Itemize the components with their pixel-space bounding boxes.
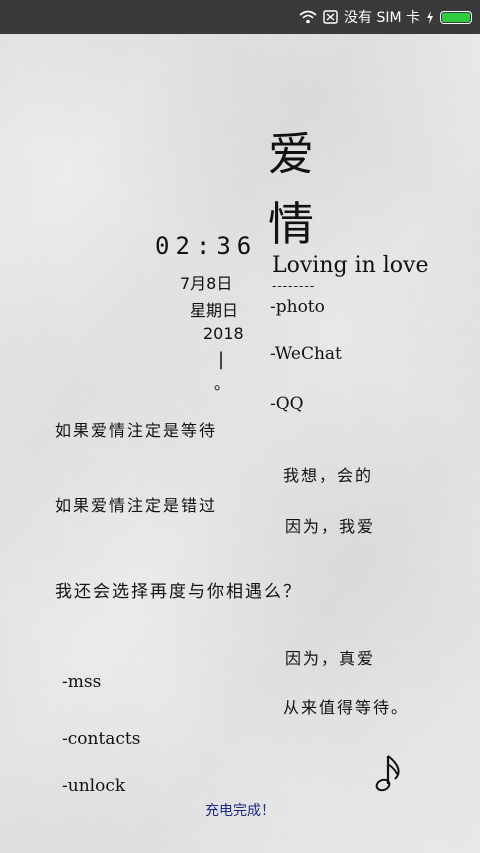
clock-date: 7月8日 xyxy=(180,274,233,293)
poem-right-4: 从来值得等待。 xyxy=(283,698,410,717)
clock-bar: | xyxy=(218,349,225,370)
subtitle: Loving in love xyxy=(272,253,429,278)
battery-fill xyxy=(442,12,470,22)
menu-mss[interactable]: -mss xyxy=(62,672,101,692)
title-char-love: 爱 xyxy=(268,127,314,181)
menu-photo[interactable]: -photo xyxy=(270,297,325,317)
lightning-bolt-icon xyxy=(426,10,434,24)
sim-status-text: 没有 SIM 卡 xyxy=(344,10,420,26)
divider: -------- xyxy=(272,279,316,294)
clock-weekday: 星期日 xyxy=(190,301,239,320)
poem-right-3: 因为，真爱 xyxy=(285,649,376,668)
poem-line-3: 我还会选择再度与你相遇么？ xyxy=(55,582,302,602)
music-note-icon[interactable] xyxy=(374,752,406,798)
clock-time: 02:36 xyxy=(155,232,258,260)
clock-dot: 。 xyxy=(214,374,231,393)
clock-year: 2018 xyxy=(203,324,244,343)
title-char-affection: 情 xyxy=(268,197,314,251)
poem-right-2: 因为，我爱 xyxy=(285,517,376,536)
poem-line-2: 如果爱情注定是错过 xyxy=(55,496,218,515)
menu-qq[interactable]: -QQ xyxy=(270,394,304,414)
poem-line-1: 如果爱情注定是等待 xyxy=(55,421,218,440)
menu-unlock[interactable]: -unlock xyxy=(62,776,125,796)
status-bar: 没有 SIM 卡 xyxy=(0,0,480,34)
battery-icon xyxy=(440,10,472,24)
status-icons: 没有 SIM 卡 xyxy=(299,0,472,34)
wifi-icon xyxy=(299,10,317,24)
menu-contacts[interactable]: -contacts xyxy=(62,729,141,749)
menu-wechat[interactable]: -WeChat xyxy=(270,344,342,364)
sim-card-icon xyxy=(323,10,338,24)
charging-status: 充电完成！ xyxy=(205,803,275,819)
poem-right-1: 我想，会的 xyxy=(283,466,374,485)
